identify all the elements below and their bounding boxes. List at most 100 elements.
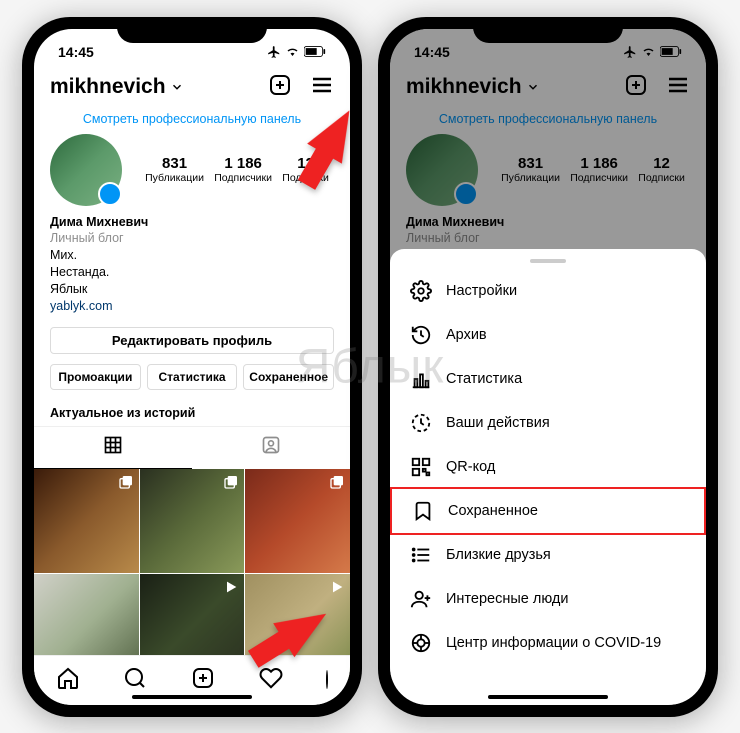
promo-button[interactable]: Промоакции bbox=[50, 364, 141, 390]
carousel-icon bbox=[329, 474, 345, 495]
plus-square-icon bbox=[191, 666, 215, 690]
post-thumbnail[interactable] bbox=[34, 469, 139, 574]
hamburger-menu-button[interactable] bbox=[310, 73, 334, 102]
bio-name: Дима Михневич bbox=[50, 214, 334, 231]
airplane-icon bbox=[623, 45, 637, 59]
menu-label: Центр информации о COVID-19 bbox=[446, 635, 661, 651]
nav-create[interactable] bbox=[191, 666, 215, 695]
phone-right-menu: 14:45 mikhnevich Смотреть профессиональн… bbox=[378, 17, 718, 717]
menu-label: Близкие друзья bbox=[446, 547, 551, 563]
wifi-icon bbox=[641, 46, 656, 58]
bio-category: Личный блог bbox=[50, 230, 334, 247]
pro-panel-link[interactable]: Смотреть профессиональную панель bbox=[390, 108, 706, 134]
hamburger-icon bbox=[310, 73, 334, 97]
menu-settings[interactable]: Настройки bbox=[390, 269, 706, 313]
menu-insights[interactable]: Статистика bbox=[390, 357, 706, 401]
menu-discover[interactable]: Интересные люди bbox=[390, 577, 706, 621]
edit-profile-button[interactable]: Редактировать профиль bbox=[50, 327, 334, 354]
bio-line: Нестанда. bbox=[50, 264, 334, 281]
avatar[interactable] bbox=[50, 134, 122, 206]
bio-line: Яблык bbox=[50, 281, 334, 298]
post-thumbnail[interactable] bbox=[140, 469, 245, 574]
bookmark-icon bbox=[412, 500, 434, 522]
stat-following[interactable]: 12Подписки bbox=[638, 155, 685, 184]
content-tabs bbox=[34, 426, 350, 469]
notch bbox=[473, 17, 623, 43]
video-icon bbox=[329, 579, 345, 600]
menu-label: Архив bbox=[446, 327, 487, 343]
menu-covid[interactable]: Центр информации о COVID-19 bbox=[390, 621, 706, 665]
battery-icon bbox=[660, 46, 682, 57]
clock-icon bbox=[410, 412, 432, 434]
bio-name: Дима Михневич bbox=[406, 214, 690, 231]
hamburger-menu-button[interactable] bbox=[666, 73, 690, 102]
bio-link[interactable]: yablyk.com bbox=[50, 298, 334, 315]
status-icons bbox=[623, 45, 682, 59]
menu-label: Статистика bbox=[446, 371, 522, 387]
bio: Дима Михневич Личный блог Мих. Нестанда.… bbox=[34, 206, 350, 323]
menu-close-friends[interactable]: Близкие друзья bbox=[390, 533, 706, 577]
video-icon bbox=[223, 579, 239, 600]
battery-icon bbox=[304, 46, 326, 57]
menu-label: Настройки bbox=[446, 283, 517, 299]
stat-followers[interactable]: 1 186Подписчики bbox=[570, 155, 628, 184]
wifi-icon bbox=[285, 46, 300, 58]
carousel-icon bbox=[118, 474, 134, 495]
stat-posts[interactable]: 831 Публикации bbox=[145, 155, 204, 184]
phone-left-profile: 14:45 mikhnevich Смотреть профессио bbox=[22, 17, 362, 717]
username-text: mikhnevich bbox=[406, 75, 522, 99]
stat-posts[interactable]: 831Публикации bbox=[501, 155, 560, 184]
menu-label: QR-код bbox=[446, 459, 495, 475]
profile-header: mikhnevich bbox=[34, 69, 350, 108]
menu-label: Ваши действия bbox=[446, 415, 550, 431]
username-dropdown[interactable]: mikhnevich bbox=[406, 75, 540, 99]
username-text: mikhnevich bbox=[50, 75, 166, 99]
heart-icon bbox=[259, 666, 283, 690]
archive-icon bbox=[410, 324, 432, 346]
saved-button[interactable]: Сохраненное bbox=[243, 364, 334, 390]
stat-followers[interactable]: 1 186 Подписчики bbox=[214, 155, 272, 184]
home-indicator bbox=[132, 695, 252, 699]
nav-search[interactable] bbox=[123, 666, 147, 695]
tagged-tab[interactable] bbox=[192, 427, 350, 469]
home-indicator bbox=[488, 695, 608, 699]
plus-square-icon bbox=[268, 73, 292, 97]
avatar-icon bbox=[326, 670, 328, 689]
username-dropdown[interactable]: mikhnevich bbox=[50, 75, 184, 99]
chevron-down-icon bbox=[526, 80, 540, 94]
avatar[interactable] bbox=[406, 134, 478, 206]
stories-highlights-title[interactable]: Актуальное из историй bbox=[34, 396, 350, 426]
menu-archive[interactable]: Архив bbox=[390, 313, 706, 357]
hamburger-icon bbox=[666, 73, 690, 97]
menu-label: Интересные люди bbox=[446, 591, 568, 607]
insights-button[interactable]: Статистика bbox=[147, 364, 238, 390]
post-thumbnail[interactable] bbox=[245, 469, 350, 574]
grid-icon bbox=[103, 435, 123, 455]
bio-line: Мих. bbox=[50, 247, 334, 264]
plus-square-icon bbox=[624, 73, 648, 97]
qr-icon bbox=[410, 456, 432, 478]
carousel-icon bbox=[223, 474, 239, 495]
bottom-sheet-menu: Настройки Архив Статистика Ваши действия… bbox=[390, 249, 706, 705]
home-icon bbox=[56, 666, 80, 690]
nav-activity[interactable] bbox=[259, 666, 283, 695]
airplane-icon bbox=[267, 45, 281, 59]
chevron-down-icon bbox=[170, 80, 184, 94]
menu-activity[interactable]: Ваши действия bbox=[390, 401, 706, 445]
create-button[interactable] bbox=[268, 73, 292, 102]
create-button[interactable] bbox=[624, 73, 648, 102]
notch bbox=[117, 17, 267, 43]
grid-tab[interactable] bbox=[34, 427, 192, 469]
menu-saved[interactable]: Сохраненное bbox=[390, 487, 706, 535]
menu-qr[interactable]: QR-код bbox=[390, 445, 706, 489]
add-person-icon bbox=[410, 588, 432, 610]
menu-label: Сохраненное bbox=[448, 503, 538, 519]
nav-profile[interactable] bbox=[326, 671, 328, 689]
search-icon bbox=[123, 666, 147, 690]
info-icon bbox=[410, 632, 432, 654]
sheet-grabber[interactable] bbox=[530, 259, 566, 263]
nav-home[interactable] bbox=[56, 666, 80, 695]
pro-panel-link[interactable]: Смотреть профессиональную панель bbox=[34, 108, 350, 134]
status-time: 14:45 bbox=[58, 44, 94, 60]
bio-category: Личный блог bbox=[406, 230, 690, 247]
